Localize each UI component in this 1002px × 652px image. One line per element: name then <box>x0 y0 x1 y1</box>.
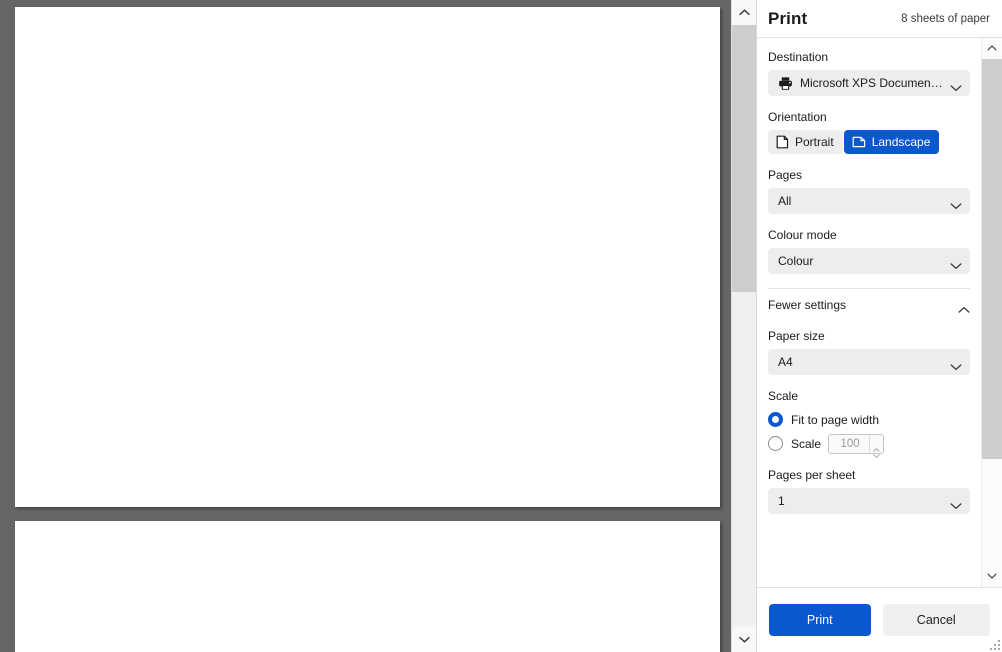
scale-option-custom-row[interactable]: Scale 100 <box>768 433 970 454</box>
chevron-up-icon <box>987 45 998 52</box>
page-landscape-icon <box>852 135 866 149</box>
scroll-down-button[interactable] <box>732 627 756 652</box>
colour-mode-select[interactable]: Colour <box>768 248 970 274</box>
chevron-up-icon <box>958 301 970 309</box>
settings-vertical-scrollbar[interactable] <box>981 38 1002 587</box>
pages-select[interactable]: All <box>768 188 970 214</box>
pages-per-sheet-label: Pages per sheet <box>768 468 970 483</box>
scale-custom-label: Scale <box>791 437 821 451</box>
orientation-landscape-button[interactable]: Landscape <box>844 130 940 154</box>
preview-page <box>15 7 720 507</box>
sheet-count-label: 8 sheets of paper <box>901 13 990 25</box>
scrollbar-thumb[interactable] <box>732 25 756 292</box>
paper-size-label: Paper size <box>768 329 970 344</box>
colour-mode-label: Colour mode <box>768 228 970 243</box>
scale-label: Scale <box>768 389 970 404</box>
settings-scroll-down-button[interactable] <box>982 566 1002 587</box>
pages-field: Pages All <box>768 168 970 214</box>
page-portrait-icon <box>776 135 789 149</box>
orientation-button-group: Portrait Landscape <box>768 130 970 154</box>
printer-icon <box>778 76 793 91</box>
orientation-landscape-label: Landscape <box>872 135 931 149</box>
scale-value-input[interactable]: 100 <box>829 438 869 450</box>
pages-label: Pages <box>768 168 970 183</box>
scale-option-fit-row[interactable]: Fit to page width <box>768 409 970 430</box>
chevron-down-icon <box>987 573 998 580</box>
chevron-down-icon <box>739 636 750 643</box>
scale-fit-label: Fit to page width <box>791 413 879 427</box>
pages-per-sheet-field: Pages per sheet 1 <box>768 468 970 514</box>
paper-size-field: Paper size A4 <box>768 329 970 375</box>
radio-custom-scale[interactable] <box>768 436 783 451</box>
preview-page <box>15 521 720 652</box>
pages-per-sheet-select[interactable]: 1 <box>768 488 970 514</box>
orientation-portrait-button[interactable]: Portrait <box>768 130 843 154</box>
fewer-settings-expander[interactable]: Fewer settings <box>768 289 970 321</box>
fewer-settings-label: Fewer settings <box>768 298 846 312</box>
destination-label: Destination <box>768 50 970 65</box>
settings-list: Destination Microsoft XPS Document.. <box>757 38 981 587</box>
destination-value: Microsoft XPS Document... <box>800 76 944 90</box>
chevron-up-icon <box>739 9 750 16</box>
orientation-label: Orientation <box>768 110 970 125</box>
print-settings-panel: Print 8 sheets of paper Destination <box>756 0 1002 652</box>
print-button[interactable]: Print <box>769 604 871 636</box>
orientation-portrait-label: Portrait <box>795 135 834 149</box>
radio-fit-to-page-width[interactable] <box>768 412 783 427</box>
pages-value: All <box>778 194 944 208</box>
settings-scrollbar-thumb[interactable] <box>982 59 1002 459</box>
stepper-up-icon[interactable] <box>873 439 880 443</box>
colour-mode-field: Colour mode Colour <box>768 228 970 274</box>
chevron-down-icon <box>950 197 962 205</box>
cancel-button[interactable]: Cancel <box>883 604 990 636</box>
paper-size-select[interactable]: A4 <box>768 349 970 375</box>
chevron-down-icon <box>950 257 962 265</box>
orientation-field: Orientation Portrait <box>768 110 970 154</box>
destination-select[interactable]: Microsoft XPS Document... <box>768 70 970 96</box>
scale-field: Scale Fit to page width Scale 100 <box>768 389 970 454</box>
pages-per-sheet-value: 1 <box>778 494 944 508</box>
destination-field: Destination Microsoft XPS Document.. <box>768 50 970 96</box>
scale-value-stepper[interactable]: 100 <box>828 434 884 454</box>
colour-mode-value: Colour <box>778 254 944 268</box>
panel-header: Print 8 sheets of paper <box>757 0 1002 38</box>
stepper-arrows[interactable] <box>869 435 883 453</box>
print-preview-pane <box>0 0 756 652</box>
chevron-down-icon <box>950 358 962 366</box>
stepper-down-icon[interactable] <box>873 445 880 449</box>
chevron-down-icon <box>950 497 962 505</box>
chevron-down-icon <box>950 79 962 87</box>
scroll-up-button[interactable] <box>732 0 756 25</box>
settings-scroll-up-button[interactable] <box>982 38 1002 59</box>
page-title: Print <box>768 9 807 29</box>
panel-footer: Print Cancel <box>757 588 1002 652</box>
preview-scroll-area <box>0 0 731 652</box>
panel-body-wrapper: Destination Microsoft XPS Document.. <box>757 38 1002 588</box>
preview-vertical-scrollbar[interactable] <box>731 0 756 652</box>
paper-size-value: A4 <box>778 355 944 369</box>
print-dialog-window: Print 8 sheets of paper Destination <box>0 0 1002 652</box>
resize-grip[interactable] <box>988 638 1000 650</box>
